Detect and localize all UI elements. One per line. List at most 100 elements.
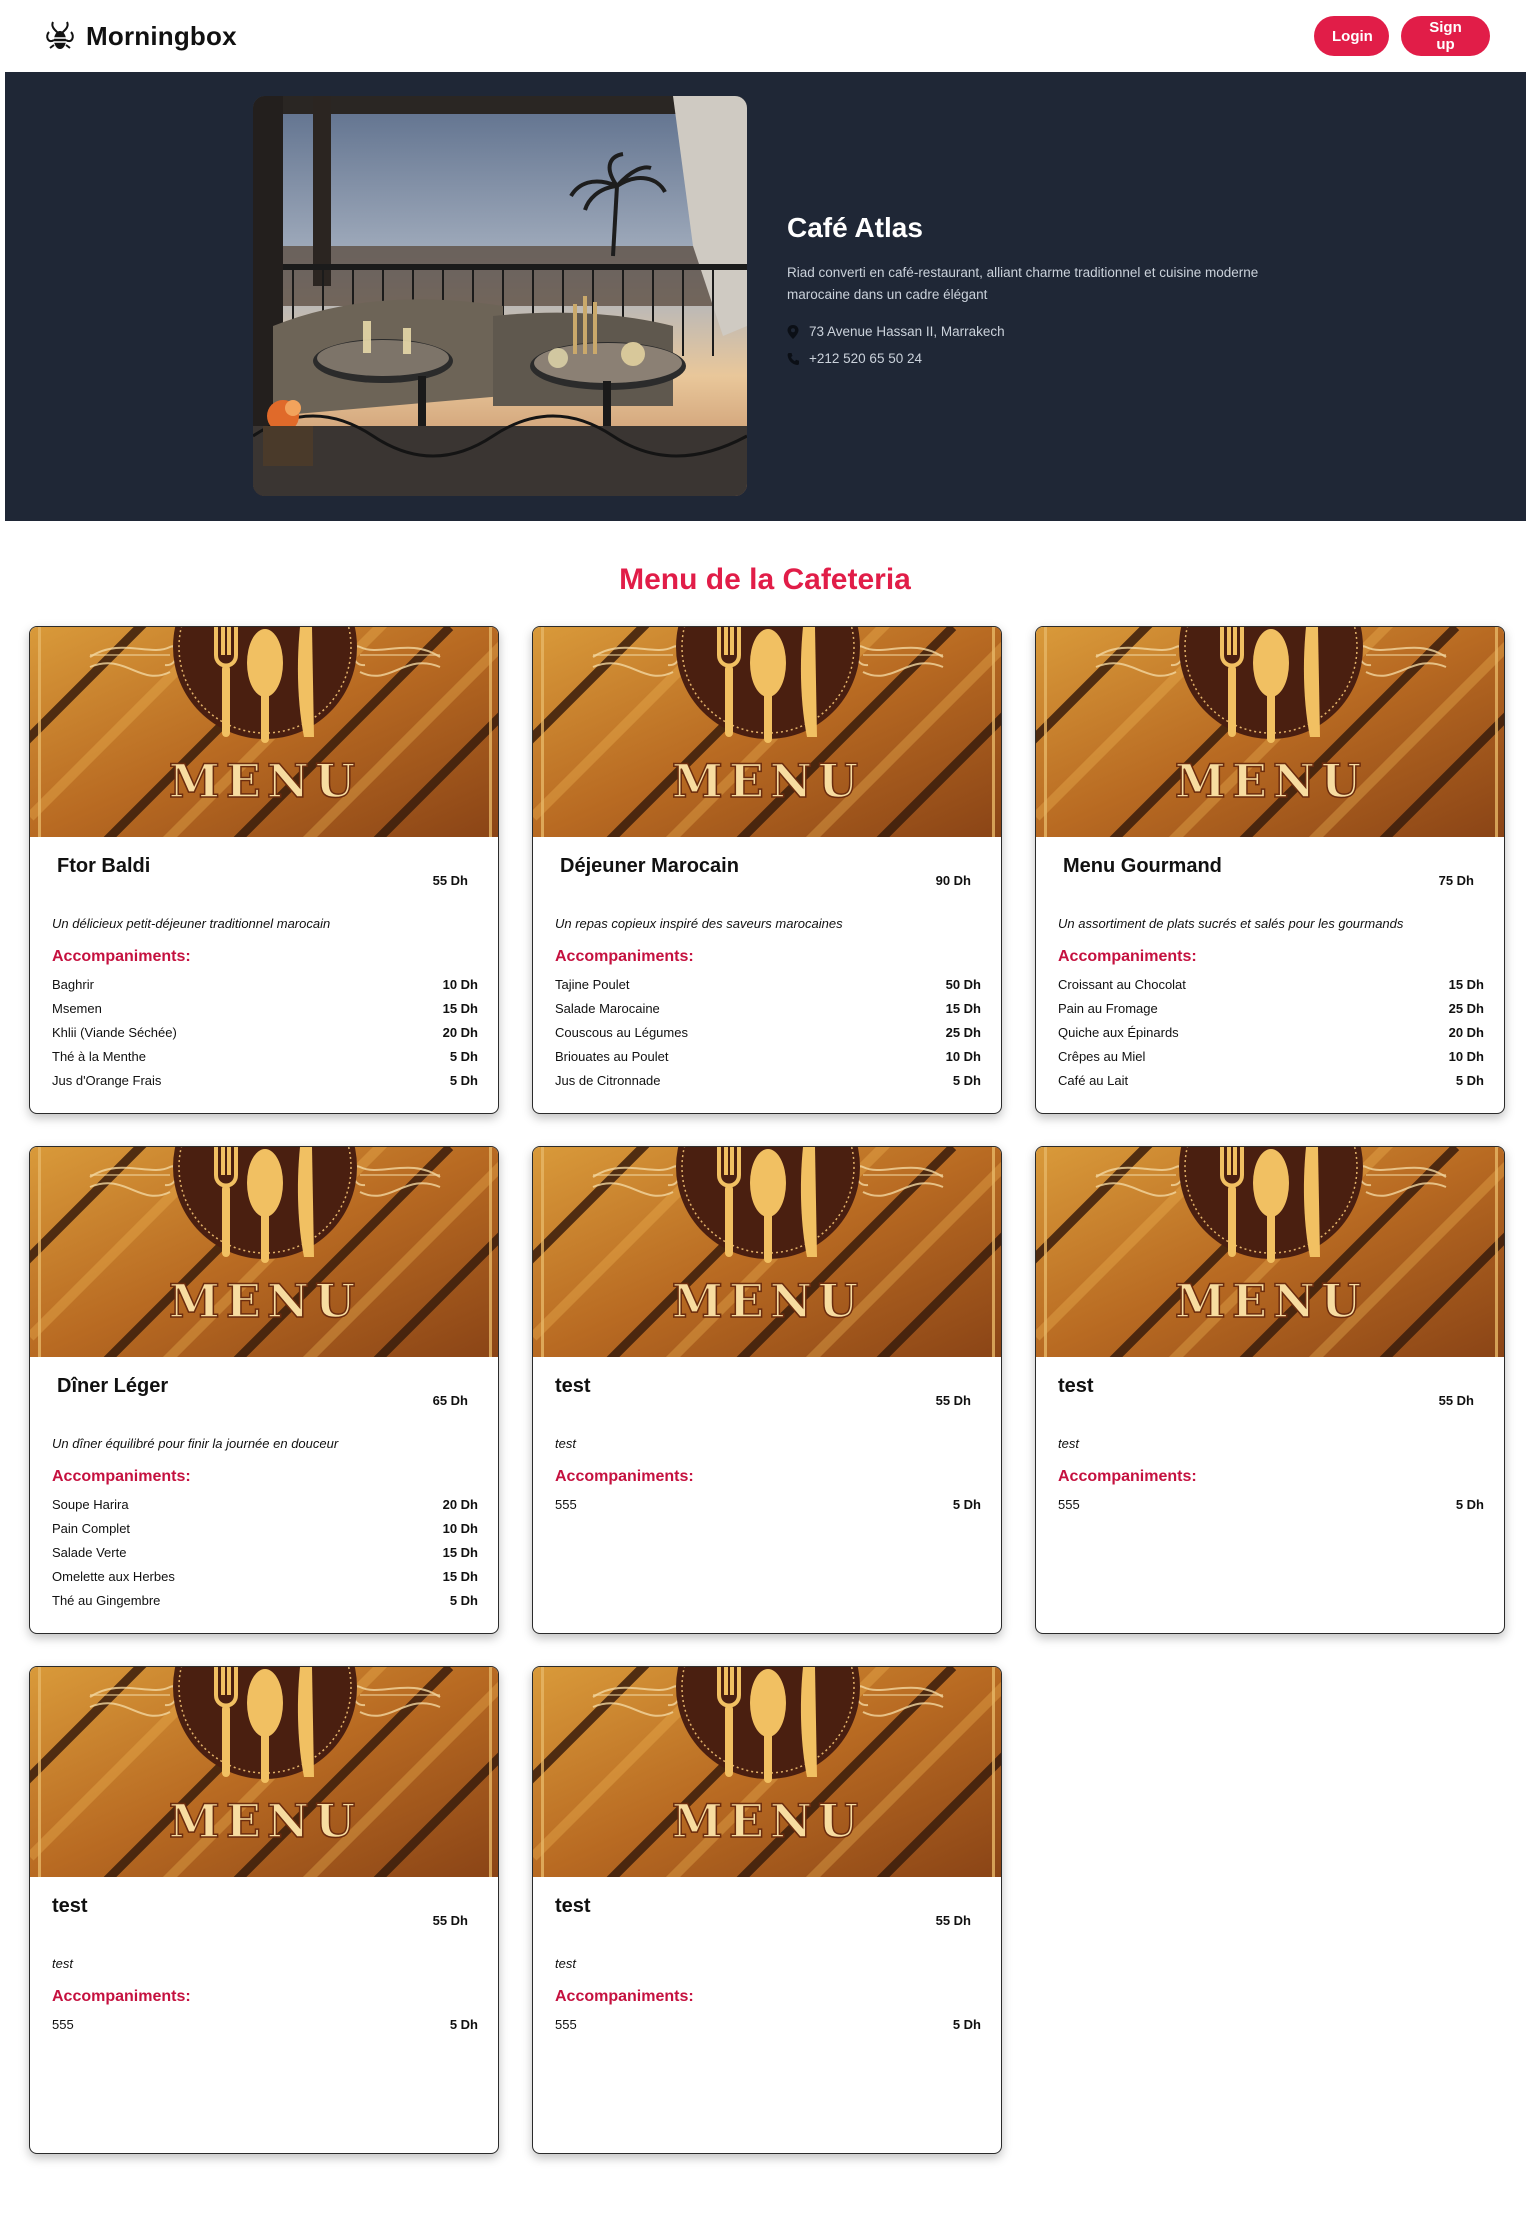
accompaniment-name: Soupe Harira xyxy=(52,1496,129,1512)
brand-name: Morningbox xyxy=(86,20,237,51)
menu-title: Déjeuner Marocain xyxy=(560,855,739,877)
menu-description: Un assortiment de plats sucrés et salés … xyxy=(1058,916,1404,931)
nav-actions: Login Sign up xyxy=(1314,16,1490,56)
accompaniment-name: Café au Lait xyxy=(1058,1072,1129,1088)
menu-title: Menu Gourmand xyxy=(1063,855,1222,877)
accompaniment-name: 555 xyxy=(1058,1496,1080,1512)
accompaniment-name: Salade Verte xyxy=(52,1544,127,1560)
accompaniment-price: 25 Dh xyxy=(1448,1000,1484,1016)
accompaniments-heading: Accompaniments: xyxy=(555,1468,694,1485)
accompaniment-name: 555 xyxy=(555,2016,577,2032)
menu-lettering: MENU xyxy=(672,754,864,808)
menu-banner-image: MENU xyxy=(30,1667,499,1877)
menu-banner-image: MENU xyxy=(30,627,499,837)
accompaniment-name: Croissant au Chocolat xyxy=(1058,976,1186,992)
menu-description: test xyxy=(52,1956,73,1971)
menu-banner-image: MENU xyxy=(30,1147,499,1357)
menu-lettering: MENU xyxy=(1175,1274,1367,1328)
accompaniment-price: 5 Dh xyxy=(952,2016,981,2032)
menu-description: test xyxy=(555,1436,576,1451)
menu-lettering: MENU xyxy=(169,754,361,808)
login-button[interactable]: Login xyxy=(1314,16,1389,56)
accompaniment-price: 5 Dh xyxy=(1455,1072,1484,1088)
accompaniments-list: 555 5 Dh xyxy=(555,2012,981,2036)
menu-card[interactable]: MENU Dîner Léger 65 Dh Un dîner équilibr… xyxy=(29,1146,499,1634)
accompaniment-name: Baghrir xyxy=(52,976,94,992)
menu-title: test xyxy=(52,1895,88,1917)
accompaniment-price: 5 Dh xyxy=(1455,1496,1484,1512)
accompaniment-item: Thé au Gingembre 5 Dh xyxy=(52,1588,478,1612)
menu-lettering: MENU xyxy=(672,1274,864,1328)
accompaniment-name: Pain au Fromage xyxy=(1058,1000,1158,1016)
accompaniment-name: 555 xyxy=(555,1496,577,1512)
menu-card[interactable]: MENU test 55 Dh test Accompaniments: 555… xyxy=(29,1666,499,2154)
accompaniment-item: 555 5 Dh xyxy=(1058,1492,1484,1516)
accompaniments-list: 555 5 Dh xyxy=(555,1492,981,1516)
accompaniment-name: Tajine Poulet xyxy=(555,976,630,992)
accompaniment-price: 10 Dh xyxy=(442,1520,478,1536)
accompaniment-name: Jus de Citronnade xyxy=(555,1072,661,1088)
accompaniments-list: Baghrir 10 Dh Msemen 15 Dh Khlii (Viande… xyxy=(52,972,478,1092)
accompaniment-price: 5 Dh xyxy=(952,1496,981,1512)
menu-card-image: MENU xyxy=(1036,627,1504,837)
brand[interactable]: Morningbox xyxy=(44,18,237,54)
accompaniment-price: 15 Dh xyxy=(945,1000,981,1016)
accompaniment-item: Msemen 15 Dh xyxy=(52,996,478,1020)
menu-banner-image: MENU xyxy=(533,627,1002,837)
accompaniment-item: Khlii (Viande Séchée) 20 Dh xyxy=(52,1020,478,1044)
accompaniment-item: 555 5 Dh xyxy=(555,1492,981,1516)
accompaniments-heading: Accompaniments: xyxy=(1058,948,1197,965)
bee-logo-icon xyxy=(46,21,74,49)
accompaniment-name: Omelette aux Herbes xyxy=(52,1568,175,1584)
accompaniment-price: 50 Dh xyxy=(945,976,981,992)
accompaniment-name: Thé au Gingembre xyxy=(52,1592,161,1608)
menu-card[interactable]: MENU Menu Gourmand 75 Dh Un assortiment … xyxy=(1035,626,1505,1114)
cafe-terrace-image xyxy=(253,96,747,496)
accompaniment-name: Thé à la Menthe xyxy=(52,1048,146,1064)
menu-title: Dîner Léger xyxy=(57,1375,169,1397)
menu-card[interactable]: MENU test 55 Dh test Accompaniments: 555… xyxy=(532,1666,1002,2154)
menu-card-image: MENU xyxy=(533,1667,1001,1877)
menu-card[interactable]: MENU Ftor Baldi 55 Dh Un délicieux petit… xyxy=(29,626,499,1114)
accompaniment-item: Crêpes au Miel 10 Dh xyxy=(1058,1044,1484,1068)
accompaniment-price: 5 Dh xyxy=(449,1072,478,1088)
menu-card-image: MENU xyxy=(533,627,1002,837)
menu-title: Ftor Baldi xyxy=(57,855,151,877)
phone-icon xyxy=(787,352,799,365)
menu-description: Un délicieux petit-déjeuner traditionnel… xyxy=(52,916,331,931)
accompaniment-item: Couscous au Légumes 25 Dh xyxy=(555,1020,981,1044)
cafe-phone: +212 520 65 50 24 xyxy=(787,351,1307,366)
menu-card-image: MENU xyxy=(30,1667,499,1877)
accompaniments-heading: Accompaniments: xyxy=(52,1468,191,1485)
menu-price: 55 Dh xyxy=(935,1393,971,1408)
menu-card[interactable]: MENU test 55 Dh test Accompaniments: 555… xyxy=(532,1146,1002,1634)
menu-title: test xyxy=(1058,1375,1094,1397)
cafe-description: Riad converti en café-restaurant, allian… xyxy=(787,265,1259,302)
accompaniment-price: 15 Dh xyxy=(442,1568,478,1584)
accompaniment-item: 555 5 Dh xyxy=(52,2012,478,2036)
menu-card[interactable]: MENU test 55 Dh test Accompaniments: 555… xyxy=(1035,1146,1505,1634)
accompaniments-heading: Accompaniments: xyxy=(555,1988,694,2005)
menu-title: test xyxy=(555,1375,591,1397)
accompaniment-price: 15 Dh xyxy=(442,1544,478,1560)
menu-price: 55 Dh xyxy=(1438,1393,1474,1408)
cafe-photo xyxy=(253,96,747,496)
menu-price: 55 Dh xyxy=(432,1913,468,1928)
menu-card[interactable]: MENU Déjeuner Marocain 90 Dh Un repas co… xyxy=(532,626,1002,1114)
signup-button[interactable]: Sign up xyxy=(1401,16,1490,56)
accompaniments-heading: Accompaniments: xyxy=(52,1988,191,2005)
accompaniment-item: Thé à la Menthe 5 Dh xyxy=(52,1044,478,1068)
accompaniment-item: Café au Lait 5 Dh xyxy=(1058,1068,1484,1092)
accompaniment-price: 10 Dh xyxy=(442,976,478,992)
accompaniment-item: Soupe Harira 20 Dh xyxy=(52,1492,478,1516)
phone-text: +212 520 65 50 24 xyxy=(809,351,922,366)
accompaniment-item: Quiche aux Épinards 20 Dh xyxy=(1058,1020,1484,1044)
menu-card-image: MENU xyxy=(533,1147,1001,1357)
accompaniment-item: Salade Verte 15 Dh xyxy=(52,1540,478,1564)
menu-description: Un repas copieux inspiré des saveurs mar… xyxy=(555,916,843,931)
menu-card-image: MENU xyxy=(1036,1147,1504,1357)
accompaniment-item: Omelette aux Herbes 15 Dh xyxy=(52,1564,478,1588)
accompaniments-heading: Accompaniments: xyxy=(52,948,191,965)
menu-lettering: MENU xyxy=(169,1274,361,1328)
accompaniments-list: 555 5 Dh xyxy=(1058,1492,1484,1516)
